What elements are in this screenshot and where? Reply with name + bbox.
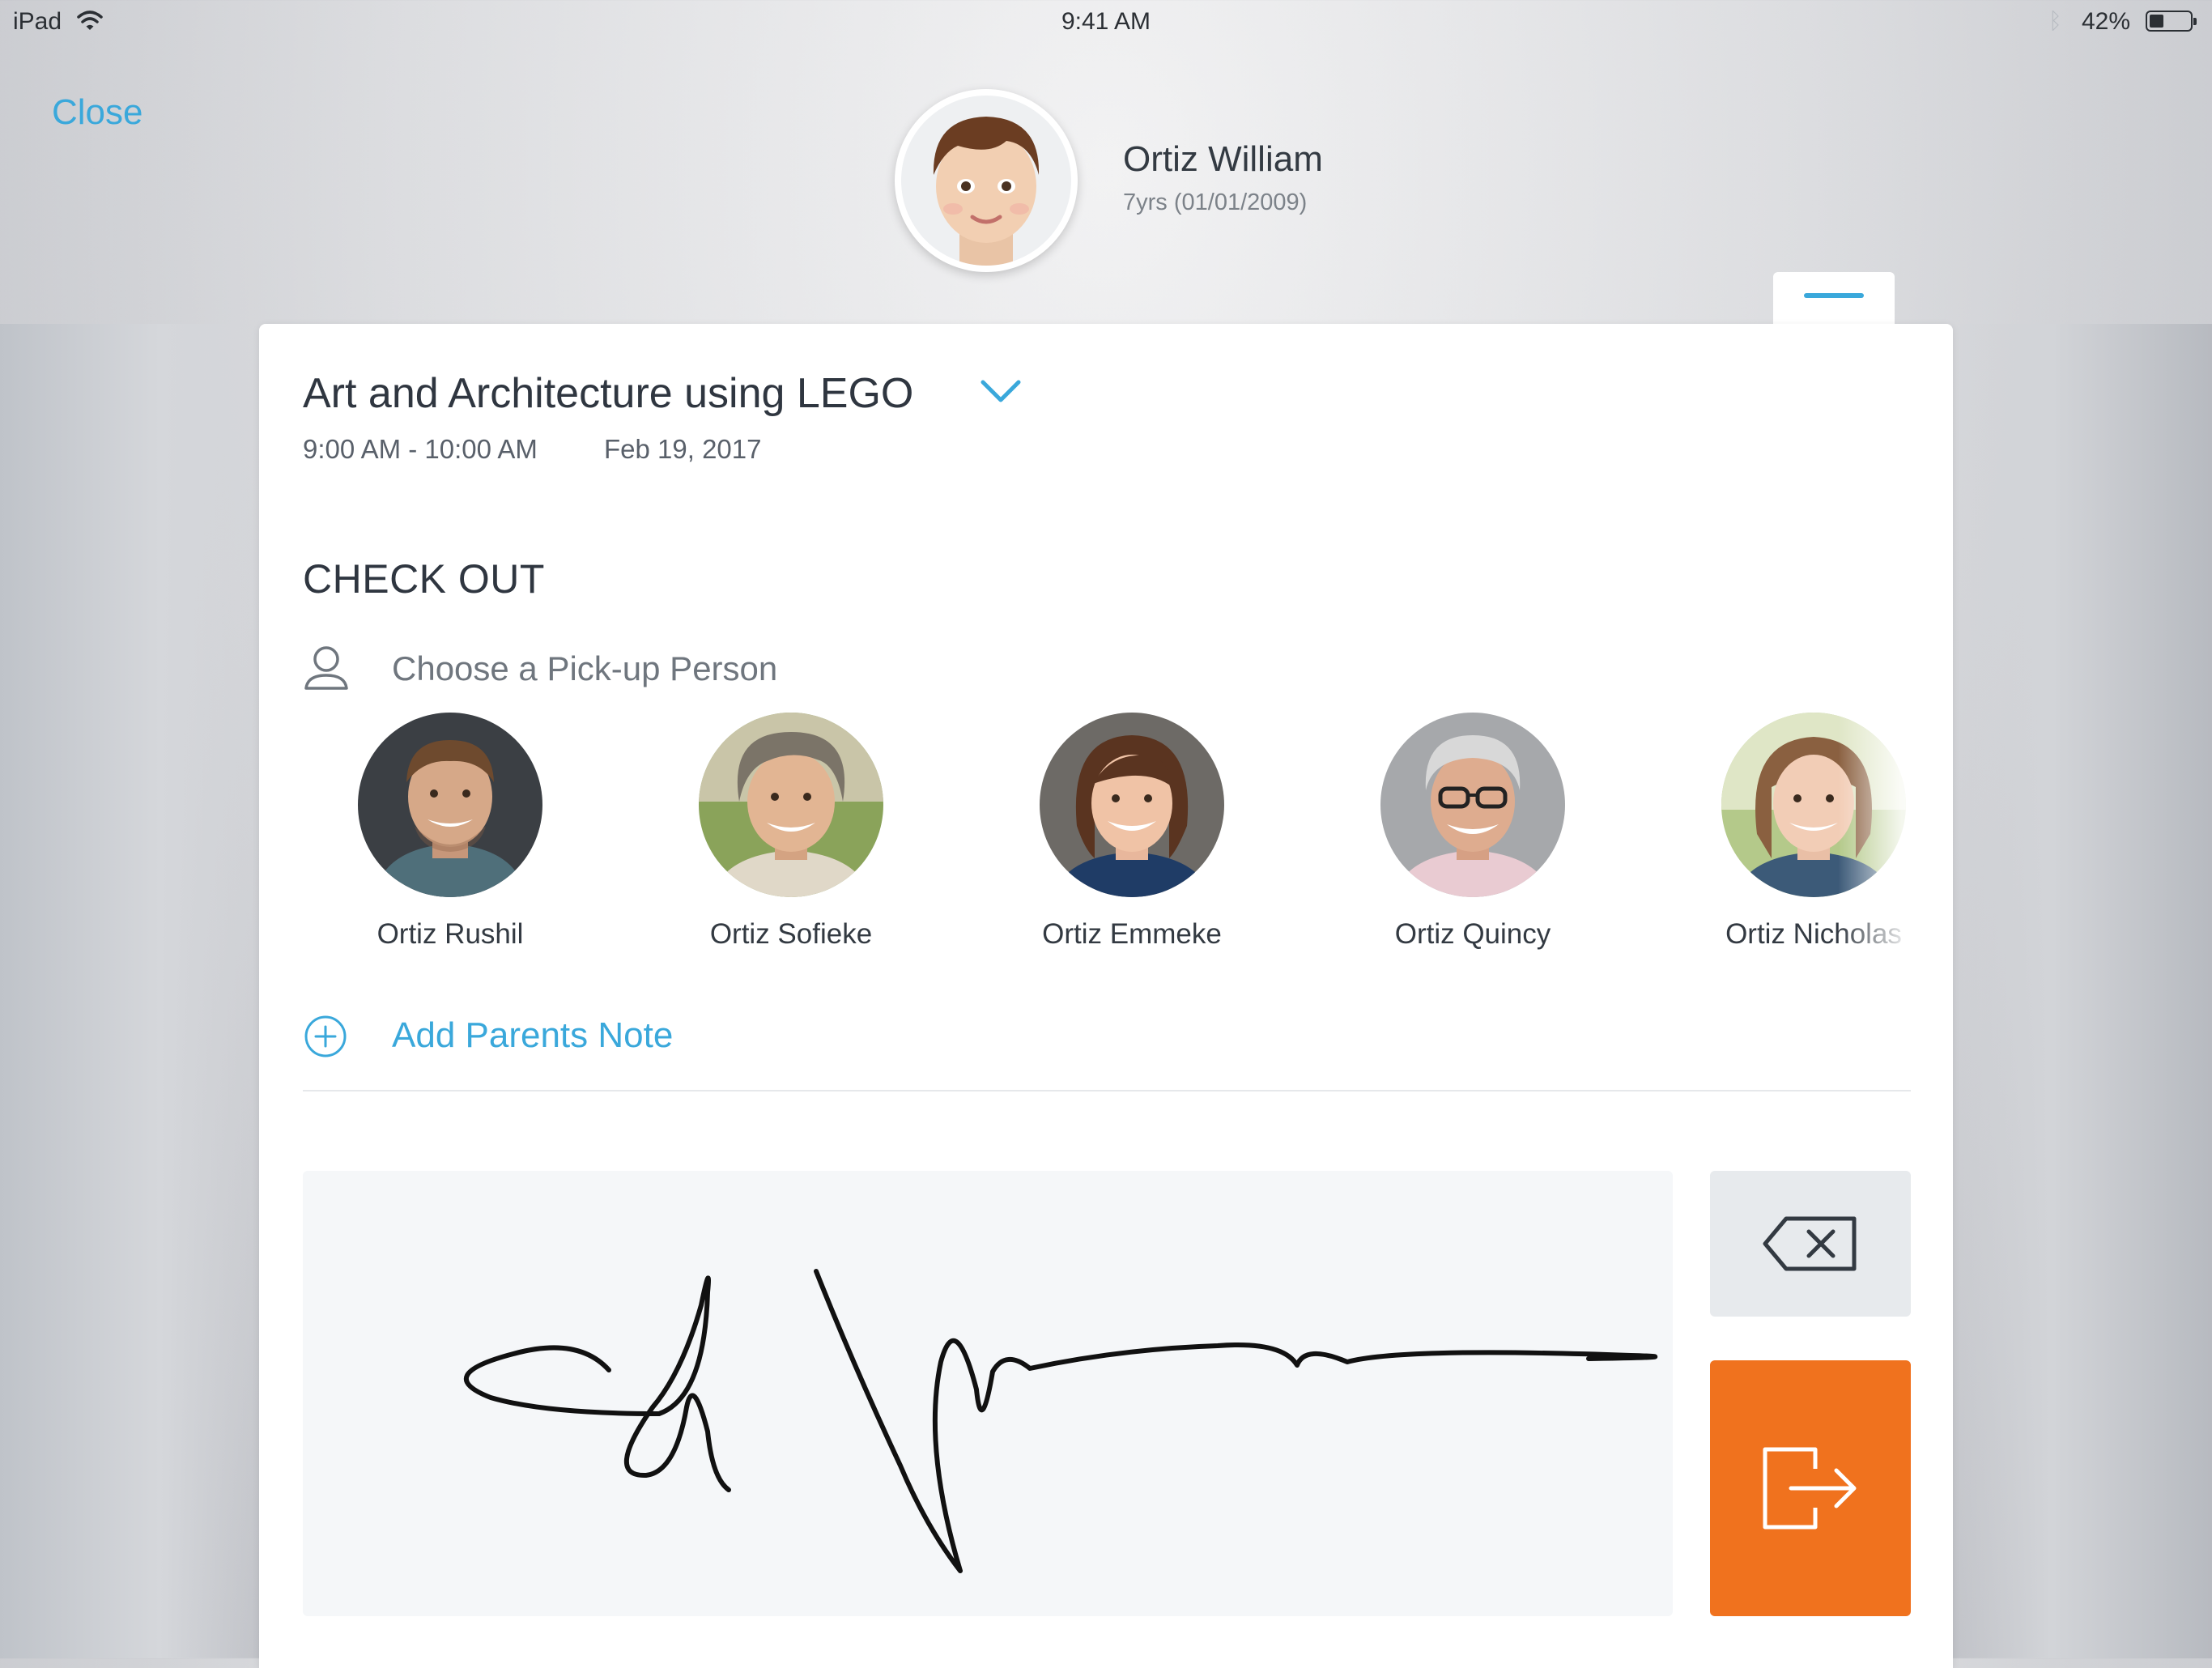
pickup-person-rushil[interactable]: Ortiz Rushil: [329, 713, 572, 951]
battery-icon: [2146, 11, 2197, 32]
program-date: Feb 19, 2017: [604, 434, 762, 464]
person-name: Ortiz Nicholas: [1725, 918, 1902, 950]
signature-pad[interactable]: [303, 1171, 1673, 1616]
background-blur-right: [1945, 324, 2212, 1658]
pickup-label: Choose a Pick-up Person: [392, 649, 778, 687]
divider: [303, 1090, 1911, 1091]
person-name: Ortiz Quincy: [1394, 918, 1551, 950]
status-bar: iPad 9:41 AM ᛒ 42%: [0, 0, 2212, 45]
pickup-person-sofieke[interactable]: Ortiz Sofieke: [670, 713, 912, 951]
program-time: 9:00 AM - 10:00 AM: [303, 434, 538, 464]
person-name: Ortiz Rushil: [376, 918, 524, 950]
child-name: Ortiz William: [1123, 139, 1323, 179]
child-avatar: [895, 89, 1078, 272]
add-note-label: Add Parents Note: [392, 1015, 674, 1055]
child-age: 7yrs (01/01/2009): [1123, 189, 1308, 215]
avatar: [358, 713, 542, 897]
avatar: [699, 713, 883, 897]
avatar: [1040, 713, 1224, 897]
card-handle[interactable]: [1773, 272, 1895, 329]
background-blur-left: [0, 324, 267, 1658]
close-button[interactable]: Close: [52, 92, 143, 133]
program-title[interactable]: Art and Architecture using LEGO: [303, 369, 913, 418]
signature-drawing: [463, 1269, 1658, 1573]
handle-bar: [1804, 293, 1864, 298]
bluetooth-icon: ᛒ: [2048, 8, 2062, 33]
person-name: Ortiz Sofieke: [709, 918, 873, 950]
avatar: [1721, 713, 1906, 897]
section-title: CHECK OUT: [303, 556, 545, 602]
pickup-person-quincy[interactable]: Ortiz Quincy: [1351, 713, 1594, 951]
confirm-checkout-button[interactable]: [1710, 1360, 1911, 1616]
chevron-down-icon[interactable]: [978, 376, 1023, 408]
person-icon: [304, 646, 348, 690]
plus-circle-icon: [304, 1015, 347, 1057]
battery-fill: [2150, 15, 2163, 28]
pickup-person-emmeke[interactable]: Ortiz Emmeke: [1010, 713, 1253, 951]
person-name: Ortiz Emmeke: [1042, 918, 1222, 950]
clock: 9:41 AM: [1061, 8, 1151, 35]
pickup-person-nicholas[interactable]: Ortiz Nicholas: [1692, 713, 1935, 951]
exit-icon: [1763, 1447, 1857, 1530]
backspace-icon: [1763, 1216, 1857, 1271]
clear-signature-button[interactable]: [1710, 1171, 1911, 1317]
battery-percent: 42%: [2082, 8, 2131, 35]
avatar: [1380, 713, 1565, 897]
checkout-card: Art and Architecture using LEGO 9:00 AM …: [259, 324, 1953, 1668]
